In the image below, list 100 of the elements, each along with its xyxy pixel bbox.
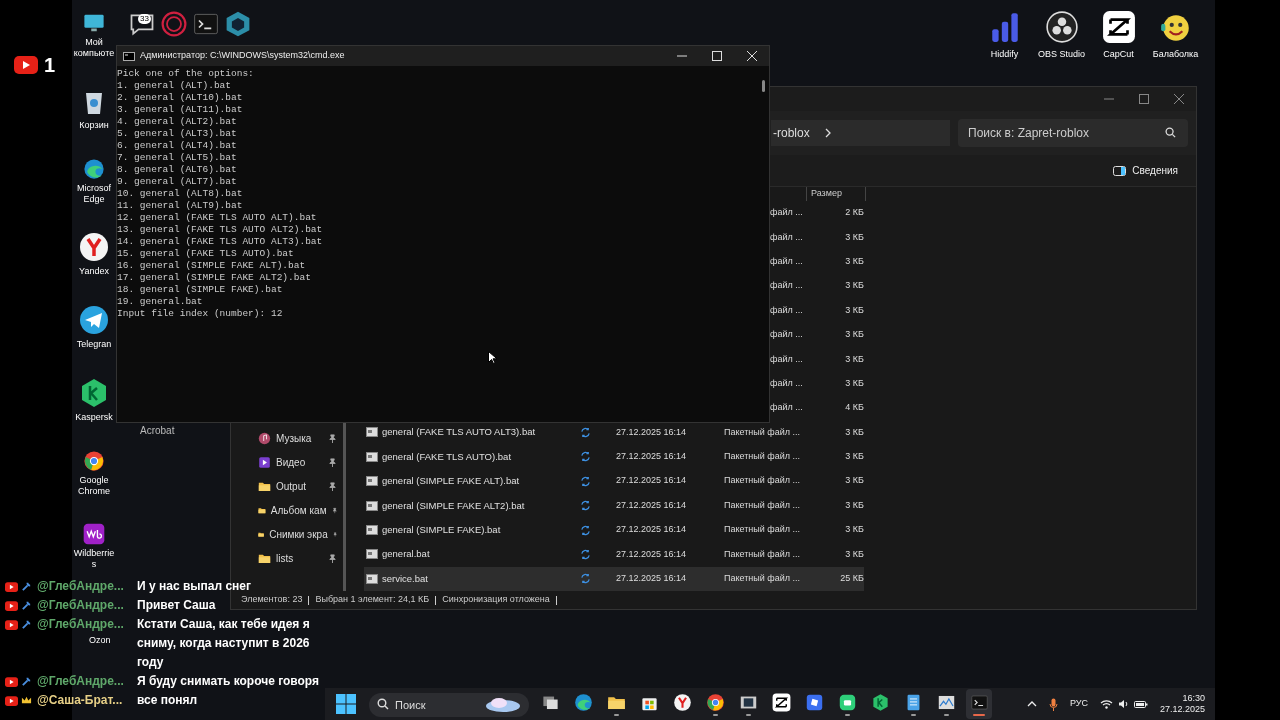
desktop-icon-label[interactable]: Балаболка <box>1152 48 1199 62</box>
chat-message: Я буду снимать короче говоря <box>137 673 320 690</box>
clock[interactable]: 16:30 27.12.2025 <box>1159 693 1205 715</box>
sidebar-item[interactable]: Видео <box>231 450 343 474</box>
details-pane-button[interactable]: Сведения <box>1113 163 1178 178</box>
sync-icon <box>579 548 591 560</box>
play-icon <box>258 455 271 469</box>
desktop-icon-label[interactable]: Yandex <box>79 266 109 277</box>
wrench-icon <box>21 676 32 687</box>
taskbar-search-field[interactable]: Поиск <box>369 693 529 717</box>
search-icon <box>377 698 389 710</box>
console-line: 12. general (FAKE TLS AUTO ALT).bat <box>117 212 317 224</box>
chat-message: все понял <box>137 692 198 709</box>
play-logo-icon <box>5 600 18 611</box>
sidebar-item[interactable]: Альбом кам <box>231 498 343 522</box>
sidebar-item[interactable]: Музыка <box>231 426 343 450</box>
sidebar-item[interactable]: Снимки экра <box>231 522 343 546</box>
speaker-icon[interactable] <box>1117 699 1129 709</box>
close-icon <box>1173 94 1184 104</box>
file-row[interactable]: general (SIMPLE FAKE ALT).bat 27.12.2025 16:14 Пакетный файл ... 3 КБ <box>364 469 864 494</box>
circle-logo-icon <box>705 692 725 712</box>
file-icon <box>366 427 378 438</box>
desktop-icon-label[interactable]: Мой компьюте <box>72 37 116 59</box>
pin-icon <box>328 553 337 563</box>
music-note-icon <box>258 431 271 445</box>
windows-start-icon[interactable] <box>336 694 356 714</box>
pin-icon <box>331 505 337 515</box>
microphone-icon[interactable] <box>1048 697 1058 711</box>
file-row[interactable]: файл ... 3 КБ <box>770 371 864 396</box>
cube-icon <box>224 10 252 38</box>
sidebar-item[interactable]: Output <box>231 474 343 498</box>
file-row[interactable]: файл ... 3 КБ <box>770 347 864 372</box>
file-row[interactable]: general (FAKE TLS AUTO).bat 27.12.2025 16:14 Пакетный файл ... 3 КБ <box>364 444 864 470</box>
pin-icon <box>328 481 337 491</box>
taskbar-app-button[interactable] <box>966 689 992 719</box>
console-line: 14. general (FAKE TLS AUTO ALT3).bat <box>117 236 323 248</box>
chat-message: И у нас выпал снег <box>137 578 251 595</box>
file-row[interactable]: файл ... 3 КБ <box>770 249 864 274</box>
console-icon <box>123 51 135 61</box>
battery-icon[interactable] <box>1133 699 1148 709</box>
maximize-icon <box>1138 94 1149 104</box>
desktop-icon-label[interactable]: Acrobat <box>140 423 175 438</box>
sidebar-item[interactable]: lists <box>231 546 343 570</box>
letter-k-hexagon-icon <box>870 692 890 712</box>
chat-message: Привет Саша <box>137 597 216 614</box>
pin-icon <box>328 457 337 467</box>
chat-author: @ГлебАндре... <box>37 578 125 595</box>
play-logo-icon <box>5 581 18 592</box>
file-row[interactable]: файл ... 2 КБ <box>770 200 864 226</box>
console-line: 19. general.bat <box>117 296 203 308</box>
viewer-count: 1 <box>44 53 56 78</box>
column-header[interactable]: Размер <box>806 187 866 201</box>
file-row[interactable]: general (SIMPLE FAKE).bat 27.12.2025 16:14 Пакетный файл ... 3 КБ <box>364 517 864 543</box>
search-icon <box>1165 127 1176 138</box>
file-row[interactable]: файл ... 3 КБ <box>770 298 864 323</box>
file-icon <box>366 451 378 462</box>
wrench-icon <box>21 619 32 630</box>
file-row[interactable]: файл ... 3 КБ <box>770 273 864 299</box>
console-line: 10. general (ALT8).bat <box>117 188 243 200</box>
console-line: 18. general (SIMPLE FAKE).bat <box>117 284 283 296</box>
file-row[interactable]: service.bat 27.12.2025 16:14 Пакетный файл ... 25 КБ <box>364 566 864 591</box>
bag-app-icon <box>837 692 857 712</box>
browser-logo-icon <box>78 231 110 263</box>
file-row[interactable]: general (FAKE TLS AUTO ALT3).bat 27.12.2025 16:14 Пакетный файл ... 3 КБ <box>364 420 864 445</box>
pane-icon <box>1113 165 1127 176</box>
scrollbar-thumb[interactable] <box>761 80 765 92</box>
console-line: 3. general (ALT11).bat <box>117 104 243 116</box>
file-row[interactable]: general (SIMPLE FAKE ALT2).bat 27.12.2025 16:14 Пакетный файл ... 3 КБ <box>364 493 864 518</box>
desktop-icon-label[interactable]: Ozon <box>89 634 111 648</box>
file-row[interactable]: файл ... 3 КБ <box>770 225 864 250</box>
desktop-icon-label[interactable]: Wildberries <box>72 548 116 570</box>
close-icon <box>746 51 757 61</box>
file-row[interactable]: файл ... 4 КБ <box>770 395 864 421</box>
desktop-icon-label[interactable]: Hiddify <box>990 48 1019 62</box>
search-field[interactable]: Поиск в: Zapret-roblox <box>958 119 1188 147</box>
desktop-icon-label[interactable]: Корзин <box>79 120 109 131</box>
desktop-icon-label[interactable]: Kaspersk <box>75 412 113 423</box>
wifi-icon[interactable] <box>1099 699 1113 709</box>
sync-icon <box>579 451 591 463</box>
language-indicator[interactable]: РУС <box>1069 697 1088 711</box>
file-row[interactable]: general.bat 27.12.2025 16:14 Пакетный файл ... 3 КБ <box>364 542 864 567</box>
double-ring-icon <box>160 10 188 38</box>
desktop-icon-label[interactable]: Telegran <box>76 339 112 350</box>
console-line: 16. general (SIMPLE FAKE ALT).bat <box>117 260 306 272</box>
desktop-icon-label[interactable]: CapCut <box>1103 48 1134 62</box>
status-text: Синхронизация отложена <box>442 593 550 607</box>
wrench-icon <box>21 600 32 611</box>
pin-icon <box>332 529 337 539</box>
console-line: 7. general (ALT5).bat <box>117 152 237 164</box>
chevron-up-icon[interactable] <box>1026 700 1037 708</box>
console-line: 4. general (ALT2).bat <box>117 116 237 128</box>
address-bar[interactable]: -roblox <box>771 120 950 146</box>
desktop-icon-label[interactable]: OBS Studio <box>1038 48 1085 62</box>
desktop-icon-label[interactable]: Microsof Edge <box>72 183 116 205</box>
desktop-icon-label[interactable]: Google Chrome <box>72 475 116 497</box>
console-line: 17. general (SIMPLE FAKE ALT2).bat <box>117 272 311 284</box>
pin-icon <box>328 433 337 443</box>
chat-author: @ГлебАндре... <box>37 616 125 633</box>
file-row[interactable]: файл ... 3 КБ <box>770 322 864 348</box>
browser-logo-icon <box>672 692 692 712</box>
